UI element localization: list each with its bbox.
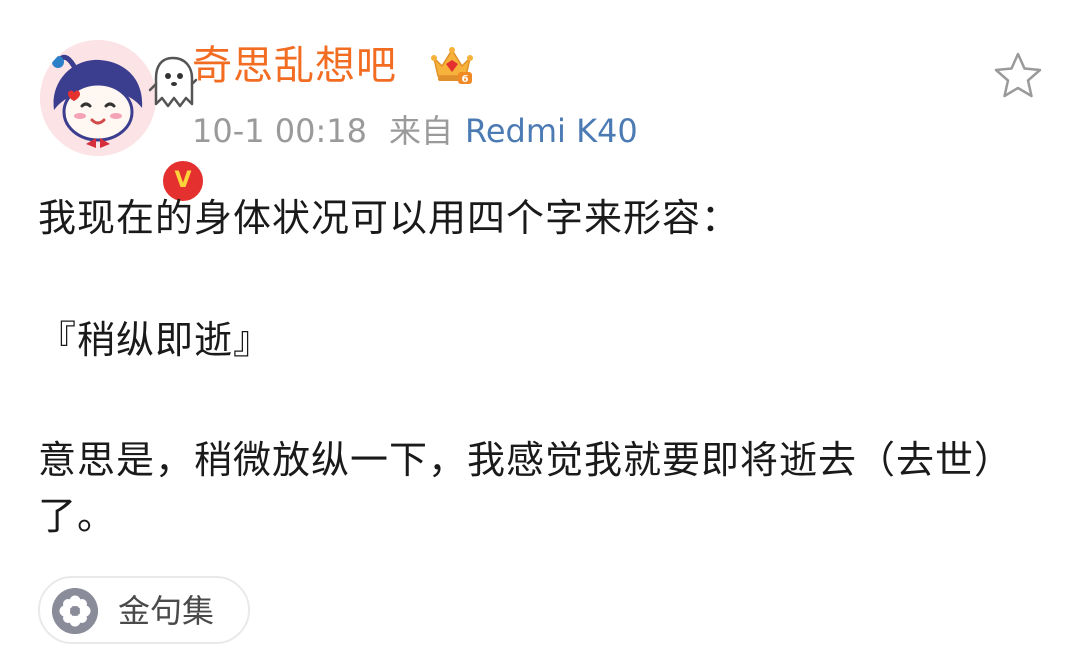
avatar[interactable]	[40, 40, 156, 156]
crown-icon[interactable]: 6	[430, 42, 474, 86]
content-paragraph: 『稍纵即逝』	[38, 318, 273, 362]
weibo-post: V 奇思乱想吧 6 10-1 00:18 来自 Redmi K40 我现在的身体状况…	[0, 0, 1080, 656]
content-paragraph: 意思是，稍微放纵一下，我感觉我就要即将逝去（去世）了。	[38, 438, 1014, 538]
topic-tag-label: 金句集	[118, 592, 215, 630]
avatar-area[interactable]: V	[40, 40, 206, 204]
post-meta: 10-1 00:18 来自 Redmi K40	[192, 110, 638, 152]
star-icon[interactable]	[992, 50, 1044, 102]
source-label: 来自	[389, 112, 454, 150]
topic-tag-chip[interactable]: 金句集	[38, 576, 250, 644]
source-device-link[interactable]: Redmi K40	[465, 112, 638, 150]
author-name[interactable]: 奇思乱想吧	[192, 40, 397, 92]
content-paragraph: 我现在的身体状况可以用四个字来形容：	[38, 196, 741, 240]
post-time: 10-1 00:18	[192, 112, 368, 150]
avatar-illustration-icon	[40, 40, 156, 156]
flower-icon	[52, 588, 98, 634]
ghost-icon	[148, 56, 198, 108]
membership-level: 6	[462, 74, 469, 85]
